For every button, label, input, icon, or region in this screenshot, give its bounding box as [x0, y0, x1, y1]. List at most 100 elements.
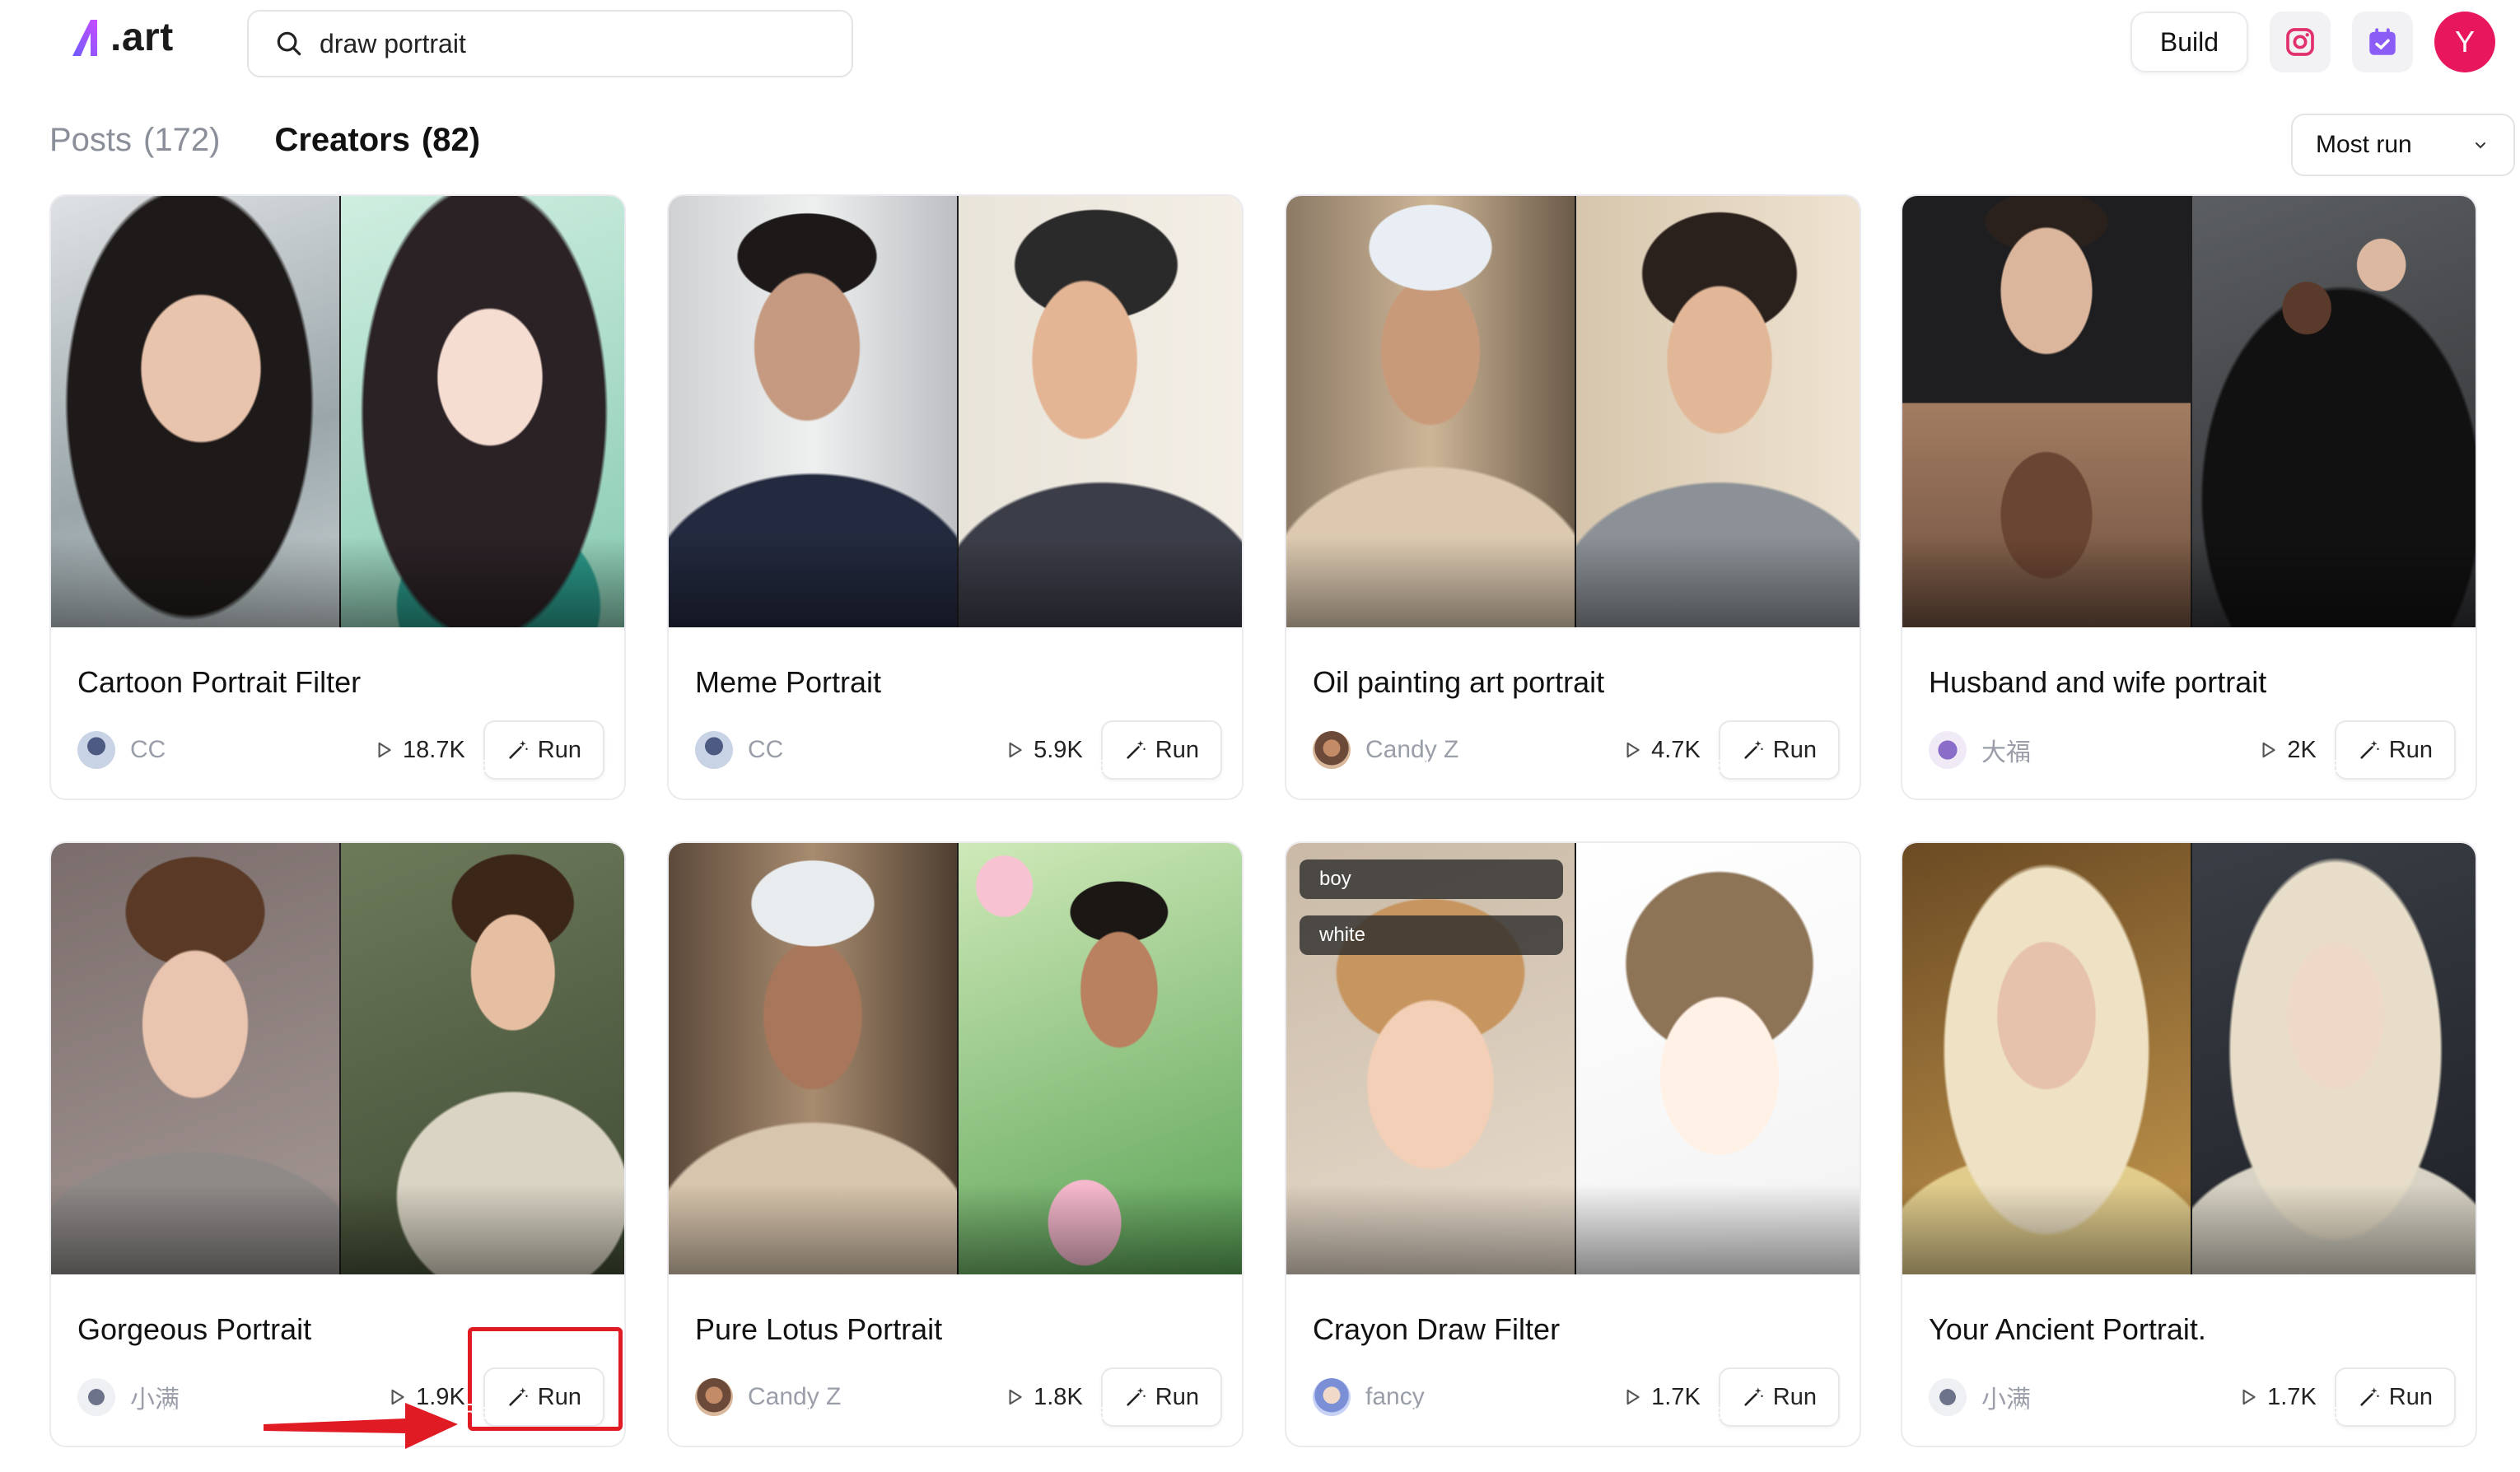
run-count: 5.9K: [1004, 737, 1083, 764]
post-card[interactable]: Input Result Your Ancient Portrait. 小满 1…: [1901, 841, 2477, 1447]
top-bar: .art Build Y: [0, 0, 2520, 89]
search-input[interactable]: [320, 28, 830, 59]
post-title[interactable]: Pure Lotus Portrait: [695, 1312, 942, 1347]
author-avatar[interactable]: [1313, 731, 1351, 769]
input-image: [1286, 196, 1575, 627]
input-label: Input: [2011, 752, 2059, 776]
daily-checkin-button[interactable]: [2352, 12, 2413, 72]
result-label: Result: [1080, 752, 1141, 776]
input-image: [1286, 843, 1575, 1274]
red-arrow-annotation-icon: [264, 1403, 458, 1449]
post-card[interactable]: Input Result Oil painting art portrait C…: [1285, 194, 1861, 800]
search-bar[interactable]: [247, 10, 853, 77]
before-after-preview: [1902, 196, 2476, 627]
post-title[interactable]: Crayon Draw Filter: [1313, 1312, 1560, 1347]
post-card[interactable]: Input Result Cartoon Portrait Filter CC …: [49, 194, 626, 800]
input-image: [669, 196, 957, 627]
post-title[interactable]: Cartoon Portrait Filter: [77, 665, 361, 700]
arrow-right-icon: [2166, 1404, 2215, 1421]
before-after-preview: [1902, 843, 2476, 1274]
arrow-right-icon: [932, 757, 982, 774]
result-image: [339, 196, 624, 627]
input-image: [1902, 843, 2191, 1274]
run-count: 2K: [2257, 737, 2317, 764]
arrow-right-icon: [2166, 757, 2215, 774]
result-label: Result: [2314, 752, 2375, 776]
post-title[interactable]: Oil painting art portrait: [1313, 665, 1604, 700]
arrow-right-icon: [315, 1404, 364, 1421]
author-avatar[interactable]: [695, 731, 733, 769]
input-label: Input: [777, 1399, 825, 1423]
input-image: [51, 196, 339, 627]
header-actions: Build Y: [2130, 12, 2495, 72]
play-icon: [1622, 1386, 1643, 1408]
before-after-preview: [51, 843, 624, 1274]
before-after-preview: [51, 196, 624, 627]
tab-creators[interactable]: Creators (82): [274, 122, 480, 159]
result-label: Result: [2314, 1399, 2375, 1423]
tab-posts[interactable]: Posts (172): [49, 122, 220, 159]
run-count: 18.7K: [373, 737, 465, 764]
input-label: Input: [160, 1399, 208, 1423]
result-tabs: Posts (172) Creators (82): [49, 122, 480, 159]
play-icon: [1622, 739, 1643, 761]
result-label: Result: [1698, 752, 1759, 776]
post-title[interactable]: Husband and wife portrait: [1929, 665, 2266, 700]
run-count: 4.7K: [1622, 737, 1701, 764]
author-avatar[interactable]: [1313, 1378, 1351, 1416]
play-icon: [1004, 1386, 1025, 1408]
arrow-right-icon: [315, 757, 364, 774]
post-title[interactable]: Meme Portrait: [695, 665, 881, 700]
play-icon: [2238, 1386, 2259, 1408]
logo-text: .art: [110, 16, 174, 59]
prompt-tag: white: [1300, 915, 1563, 955]
chevron-down-icon: [2476, 142, 2485, 149]
result-label: Result: [463, 752, 524, 776]
post-card[interactable]: Input Result Husband and wife portrait 大…: [1901, 194, 2477, 800]
result-image: [2191, 843, 2476, 1274]
post-title[interactable]: Your Ancient Portrait.: [1929, 1312, 2206, 1347]
play-icon: [1004, 739, 1025, 761]
arrow-right-icon: [932, 1404, 982, 1421]
input-label: Input: [160, 752, 208, 776]
play-icon: [373, 739, 394, 761]
author-avatar[interactable]: [1929, 731, 1967, 769]
build-button[interactable]: Build: [2130, 12, 2248, 72]
author-avatar[interactable]: [77, 731, 115, 769]
post-card[interactable]: Input Result Pure Lotus Portrait Candy Z…: [667, 841, 1244, 1447]
sort-selected-label: Most run: [2316, 131, 2412, 158]
before-after-preview: [669, 196, 1242, 627]
result-label: Result: [463, 1399, 524, 1423]
play-icon: [2257, 739, 2279, 761]
user-avatar[interactable]: Y: [2434, 12, 2495, 72]
sort-dropdown[interactable]: Most run: [2291, 114, 2515, 176]
logo-mark-icon: [72, 19, 97, 56]
run-count: 1.8K: [1004, 1384, 1083, 1411]
author-avatar[interactable]: [695, 1378, 733, 1416]
result-label: Result: [1080, 1399, 1141, 1423]
input-image: [669, 843, 957, 1274]
post-card[interactable]: Input Result Meme Portrait CC 5.9K Run: [667, 194, 1244, 800]
result-label: Result: [1698, 1399, 1759, 1423]
result-image: [2191, 196, 2476, 627]
run-count: 1.7K: [1622, 1384, 1701, 1411]
before-after-preview: [1286, 843, 1860, 1274]
calendar-check-icon: [2369, 28, 2396, 55]
instagram-button[interactable]: [2270, 12, 2331, 72]
input-image: [51, 843, 339, 1274]
result-image: [957, 196, 1242, 627]
search-icon: [277, 31, 301, 56]
post-title[interactable]: Gorgeous Portrait: [77, 1312, 311, 1347]
result-image: [957, 843, 1242, 1274]
input-label: Input: [2011, 1399, 2059, 1423]
instagram-icon: [2286, 28, 2314, 56]
input-label: Input: [1395, 1399, 1443, 1423]
result-image: [1575, 196, 1860, 627]
author-avatar[interactable]: [1929, 1378, 1967, 1416]
logo[interactable]: .art: [69, 15, 174, 60]
arrow-right-icon: [1550, 1404, 1599, 1421]
result-image: [1575, 843, 1860, 1274]
post-card[interactable]: boy white Input Result Crayon Draw Filte…: [1285, 841, 1861, 1447]
before-after-preview: [1286, 196, 1860, 627]
author-avatar[interactable]: [77, 1378, 115, 1416]
